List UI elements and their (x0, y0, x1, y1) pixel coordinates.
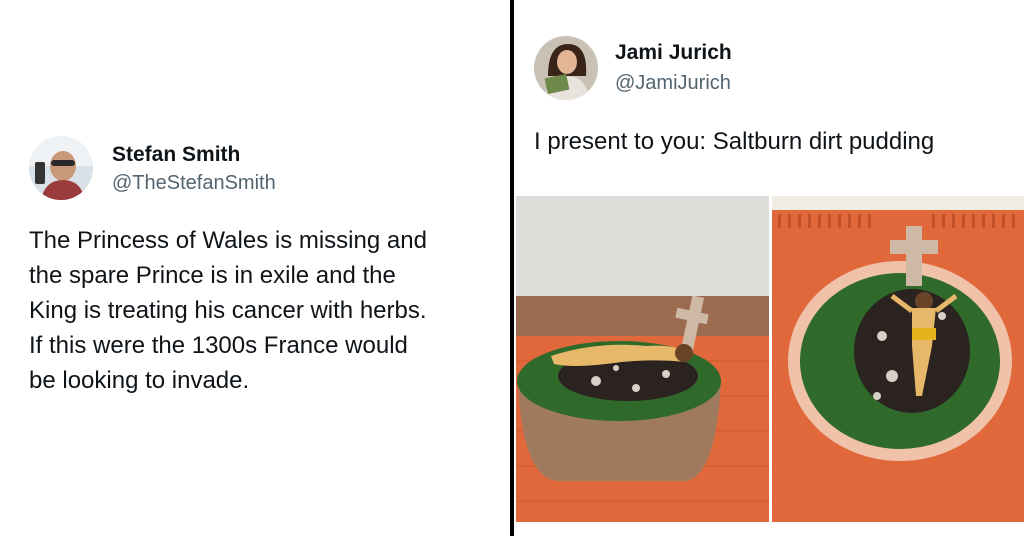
photo-top-view[interactable] (772, 196, 1024, 522)
author-handle[interactable]: @JamiJurich (615, 72, 731, 95)
author-name[interactable]: Jami Jurich (615, 41, 732, 65)
photo-side-view[interactable] (516, 196, 769, 522)
author-handle[interactable]: @TheStefanSmith (112, 172, 276, 195)
tweet-line: King is treating his cancer with herbs. (29, 297, 427, 324)
dirt-pudding-side-view-icon (516, 196, 769, 522)
profile-photo-icon (534, 36, 598, 100)
jami-avatar[interactable] (534, 36, 598, 100)
left-tweet: Stefan Smith @TheStefanSmith The Princes… (0, 0, 510, 536)
tweet-line: The Princess of Wales is missing and (29, 227, 427, 254)
stefan-avatar[interactable] (29, 136, 93, 200)
tweet-text: The Princess of Wales is missing and the… (29, 223, 499, 398)
tweet-line: the spare Prince is in exile and the (29, 262, 396, 289)
dirt-pudding-top-view-icon (772, 196, 1024, 522)
right-tweet: Jami Jurich @JamiJurich I present to you… (514, 0, 1024, 536)
tweet-line: If this were the 1300s France would (29, 332, 408, 359)
profile-photo-icon (29, 136, 93, 200)
author-name[interactable]: Stefan Smith (112, 143, 240, 167)
tweet-text: I present to you: Saltburn dirt pudding (534, 128, 935, 155)
tweet-line: be looking to invade. (29, 367, 250, 394)
